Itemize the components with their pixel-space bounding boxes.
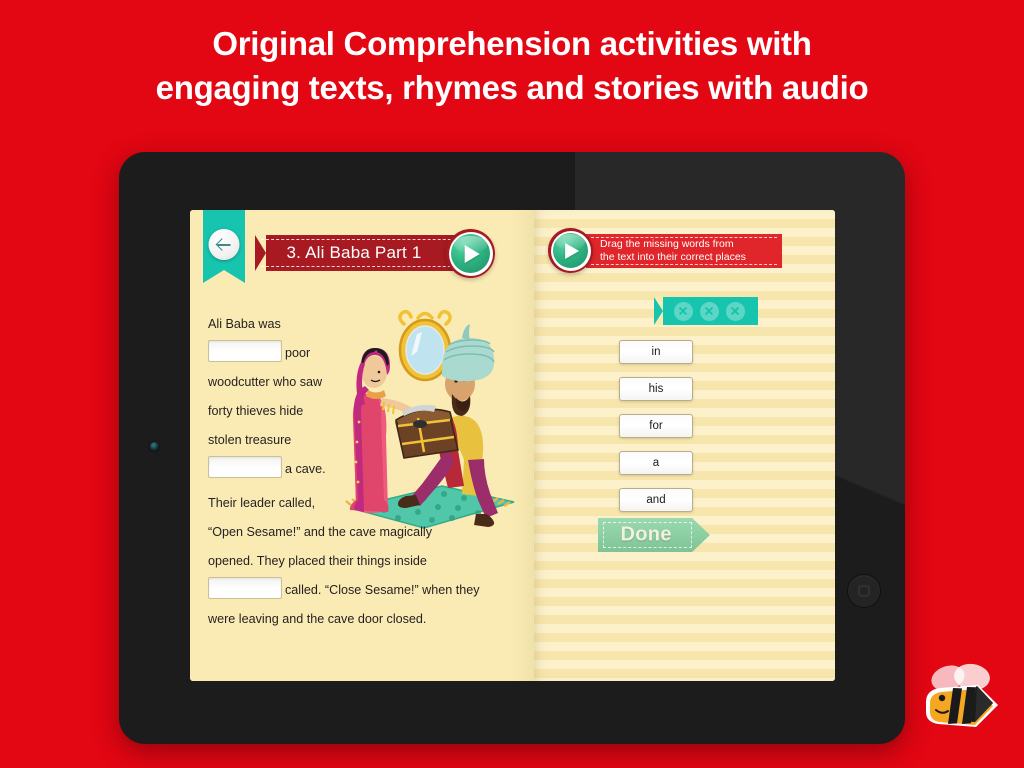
instruction-text: Drag the missing words from the text int… (600, 238, 746, 264)
story-text-run: woodcutter who (208, 375, 297, 389)
drop-blank-2[interactable] (208, 456, 282, 478)
instruction-line-2: the text into their correct places (600, 251, 746, 263)
back-button-circle (208, 229, 240, 260)
drop-blank-1[interactable] (208, 340, 282, 362)
word-chip[interactable]: in (619, 340, 693, 364)
circle-x-icon (725, 301, 745, 321)
play-button-ring (448, 231, 493, 276)
play-button-disc (553, 233, 588, 268)
story-text-run: Their leader called, (208, 496, 316, 510)
instruction-banner: Drag the missing words from the text int… (586, 234, 782, 268)
done-button-label: Done (620, 523, 672, 546)
page-title: 3. Ali Baba Part 1 (286, 243, 422, 262)
story-text: Ali Baba was poor woodcutter who saw for… (208, 310, 518, 639)
circle-x-icon (673, 301, 693, 321)
story-text-run: a cave. (285, 462, 326, 476)
arrow-left-icon (217, 237, 232, 252)
play-button-ring (550, 230, 591, 271)
lesson-title-banner: 3. Ali Baba Part 1 (255, 235, 477, 271)
play-story-audio-button[interactable] (446, 229, 495, 278)
play-instructions-button[interactable] (548, 228, 593, 273)
activity-page: Drag the missing words from the text int… (534, 210, 835, 681)
story-text-run: were leaving and the cave door closed. (208, 612, 427, 626)
circle-x-icon (699, 301, 719, 321)
headline-line-1: Original Comprehension activities with (212, 25, 812, 62)
story-paragraph-2: Their leader called, “Open Sesame!” and … (208, 489, 518, 634)
story-text-run: poor (285, 346, 311, 360)
play-button-disc (451, 234, 490, 273)
word-chip[interactable]: and (619, 488, 693, 512)
banner-dash-bottom (591, 264, 777, 265)
word-chip-list: in his for a and (619, 340, 693, 512)
tablet-device: 3. Ali Baba Part 1 Ali Baba was poor woo… (119, 152, 905, 744)
story-paragraph-1: Ali Baba was poor woodcutter who saw for… (208, 310, 336, 484)
attempts-indicator (654, 297, 758, 325)
done-button[interactable]: Done (598, 518, 710, 552)
play-triangle-icon (564, 242, 579, 259)
back-button[interactable] (203, 210, 245, 283)
promo-headline: Original Comprehension activities with e… (0, 22, 1024, 109)
banner-dash-top (261, 239, 471, 240)
instruction-line-1: Drag the missing words from (600, 237, 734, 250)
word-chip[interactable]: a (619, 451, 693, 475)
banner-dash-bottom (261, 266, 471, 267)
front-camera-icon (150, 442, 159, 451)
play-triangle-icon (464, 244, 480, 263)
word-chip[interactable]: for (619, 414, 693, 438)
story-text-run: opened. They placed their things inside (208, 554, 427, 568)
story-text-run: Ali Baba was (208, 317, 281, 331)
story-page: 3. Ali Baba Part 1 Ali Baba was poor woo… (190, 210, 534, 681)
story-text-run: treasure (245, 433, 292, 447)
bee-pencil-mascot (926, 663, 998, 727)
home-button[interactable] (847, 574, 881, 608)
story-text-run: “Open Sesame!” and the cave magically (208, 525, 433, 539)
app-screen: 3. Ali Baba Part 1 Ali Baba was poor woo… (190, 210, 835, 681)
drop-blank-3[interactable] (208, 577, 282, 599)
headline-line-2: engaging texts, rhymes and stories with … (155, 68, 869, 106)
word-chip[interactable]: his (619, 377, 693, 401)
story-text-run: called. “Close Sesame!” when they (285, 583, 480, 597)
